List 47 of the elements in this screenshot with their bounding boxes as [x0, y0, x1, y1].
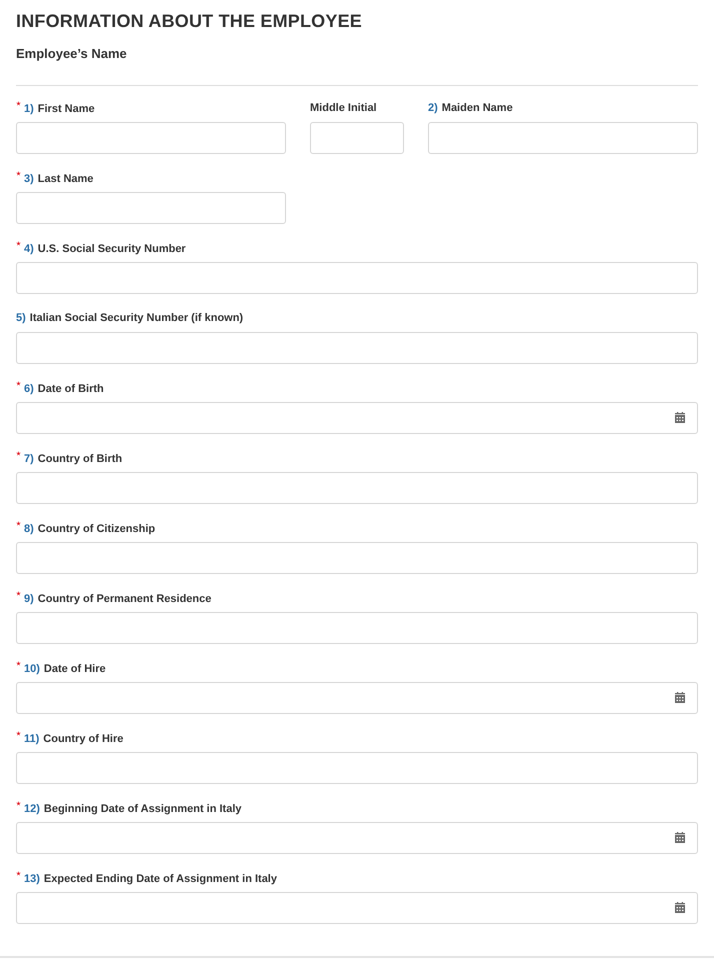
input-field[interactable]: [16, 472, 698, 504]
input-field[interactable]: [16, 262, 698, 294]
field-label: Expected Ending Date of Assignment in Italy: [44, 873, 277, 885]
input-field[interactable]: [16, 122, 286, 154]
input-field[interactable]: [16, 542, 698, 574]
field-label: Country of Hire: [43, 733, 124, 745]
date-field[interactable]: [16, 682, 698, 714]
field-number: 2): [428, 102, 438, 114]
calendar-icon[interactable]: [674, 832, 686, 844]
field-number: 1): [24, 103, 34, 115]
input-field[interactable]: [310, 122, 404, 154]
field-number: 3): [24, 173, 34, 185]
field-label: Last Name: [38, 173, 94, 185]
input-field[interactable]: [16, 752, 698, 784]
date-field[interactable]: [16, 892, 698, 924]
field-label: Middle Initial: [310, 102, 377, 114]
field-label: U.S. Social Security Number: [38, 243, 186, 255]
field-number: 7): [24, 453, 34, 465]
field-label: First Name: [38, 103, 95, 115]
field-label: Italian Social Security Number (if known): [30, 312, 244, 324]
section-subtitle: Employee’s Name: [16, 46, 128, 62]
calendar-icon[interactable]: [674, 692, 686, 704]
field-number: 12): [24, 803, 40, 815]
date-field[interactable]: [16, 402, 698, 434]
field-number: 5): [16, 312, 26, 324]
field-label: Date of Hire: [44, 663, 106, 675]
date-field[interactable]: [16, 822, 698, 854]
field-number: 11): [24, 733, 40, 745]
field-label: Country of Citizenship: [38, 523, 156, 535]
field-label: Maiden Name: [442, 102, 513, 114]
field-number: 10): [24, 663, 40, 675]
field-label: Country of Birth: [38, 453, 122, 465]
input-field[interactable]: [16, 612, 698, 644]
calendar-icon[interactable]: [674, 902, 686, 914]
field-number: 13): [24, 873, 40, 885]
field-label: Country of Permanent Residence: [38, 593, 212, 605]
input-field[interactable]: [16, 192, 286, 224]
field-number: 8): [24, 523, 34, 535]
field-number: 9): [24, 593, 34, 605]
input-field[interactable]: [428, 122, 698, 154]
field-number: 4): [24, 243, 34, 255]
field-label: Date of Birth: [38, 383, 104, 395]
section-title: INFORMATION ABOUT THE EMPLOYEE: [16, 10, 363, 32]
field-number: 6): [24, 383, 34, 395]
field-label: Beginning Date of Assignment in Italy: [44, 803, 242, 815]
input-field[interactable]: [16, 332, 698, 364]
calendar-icon[interactable]: [674, 412, 686, 424]
